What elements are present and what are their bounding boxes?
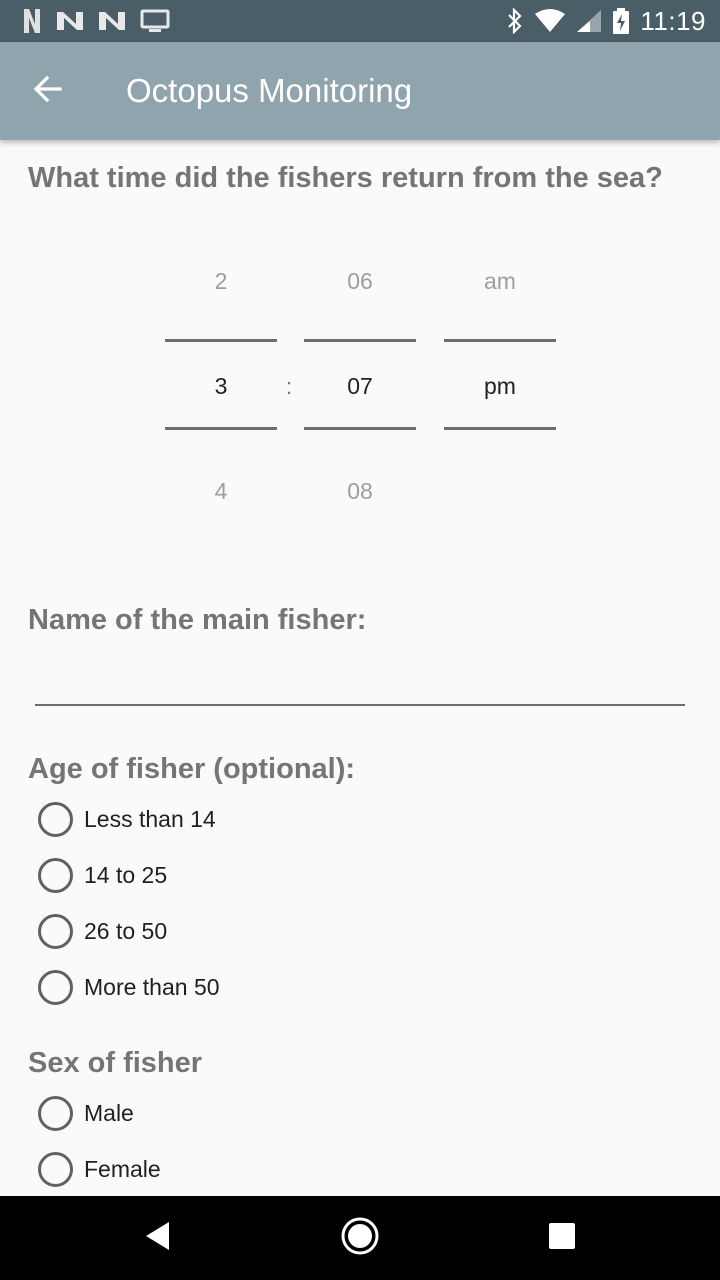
back-button[interactable]: [20, 66, 76, 116]
age-option-more-than-50[interactable]: More than 50: [38, 967, 220, 1007]
wifi-icon: [534, 9, 566, 33]
radio-button[interactable]: [38, 1151, 73, 1187]
netflix-n-icon: [22, 8, 42, 34]
minute-next[interactable]: 08: [304, 478, 416, 505]
radio-button[interactable]: [38, 969, 73, 1005]
sex-question: Sex of fisher: [28, 1047, 203, 1079]
hour-selected[interactable]: 3: [165, 373, 277, 400]
radio-label: 26 to 50: [84, 917, 168, 944]
system-nav-bar: [0, 1196, 720, 1280]
nav-back-button[interactable]: [108, 1196, 208, 1280]
minute-prev[interactable]: 06: [304, 268, 416, 295]
age-question: Age of fisher (optional):: [28, 753, 356, 785]
form-content: What time did the fishers return from th…: [0, 140, 720, 1196]
radio-button[interactable]: [38, 801, 73, 837]
sex-option-male[interactable]: Male: [38, 1093, 134, 1133]
hour-next[interactable]: 4: [165, 478, 277, 505]
radio-button[interactable]: [38, 857, 73, 893]
age-option-26-to-50[interactable]: 26 to 50: [38, 911, 167, 951]
nav-home-icon: [340, 1216, 380, 1261]
status-bar-right-icons: 11:19: [506, 6, 706, 36]
radio-label: Less than 14: [84, 805, 216, 832]
radio-button[interactable]: [38, 913, 73, 949]
nav-recents-button[interactable]: [512, 1196, 612, 1280]
nav-recents-icon: [548, 1222, 576, 1255]
main-fisher-name-input[interactable]: [35, 655, 685, 705]
notification-n-icon: [98, 10, 126, 32]
status-bar-left-icons: [22, 6, 170, 36]
minute-bottom-divider: [304, 427, 416, 430]
sex-option-female[interactable]: Female: [38, 1149, 161, 1189]
ampm-selected[interactable]: pm: [444, 373, 556, 400]
return-time-question: What time did the fishers return from th…: [28, 162, 663, 194]
cell-signal-icon: [576, 9, 602, 33]
cast-tv-icon: [140, 9, 170, 33]
age-option-less-than-14[interactable]: Less than 14: [38, 799, 216, 839]
hour-bottom-divider: [165, 427, 277, 430]
name-input-underline: [35, 704, 685, 706]
bluetooth-icon: [506, 8, 524, 34]
hour-top-divider: [165, 339, 277, 342]
nav-home-button[interactable]: [310, 1196, 410, 1280]
age-option-14-to-25[interactable]: 14 to 25: [38, 855, 167, 895]
minute-top-divider: [304, 339, 416, 342]
ampm-prev[interactable]: am: [444, 268, 556, 295]
radio-button[interactable]: [38, 1095, 73, 1131]
radio-label: More than 50: [84, 973, 220, 1000]
arrow-back-icon: [32, 73, 64, 110]
radio-label: Female: [84, 1155, 161, 1182]
battery-charging-icon: [612, 7, 630, 35]
minute-selected[interactable]: 07: [304, 373, 416, 400]
status-time: 11:19: [640, 5, 706, 36]
radio-label: Male: [84, 1099, 134, 1126]
time-separator: :: [286, 374, 293, 399]
main-fisher-name-question: Name of the main fisher:: [28, 604, 367, 636]
app-title: Octopus Monitoring: [126, 72, 413, 109]
ampm-top-divider: [444, 339, 556, 342]
app-bar: Octopus Monitoring: [0, 42, 720, 140]
radio-label: 14 to 25: [84, 861, 168, 888]
status-bar: 11:19: [0, 0, 720, 42]
notification-n-icon: [56, 10, 84, 32]
hour-prev[interactable]: 2: [165, 268, 277, 295]
nav-back-icon: [143, 1220, 173, 1257]
ampm-bottom-divider: [444, 427, 556, 430]
